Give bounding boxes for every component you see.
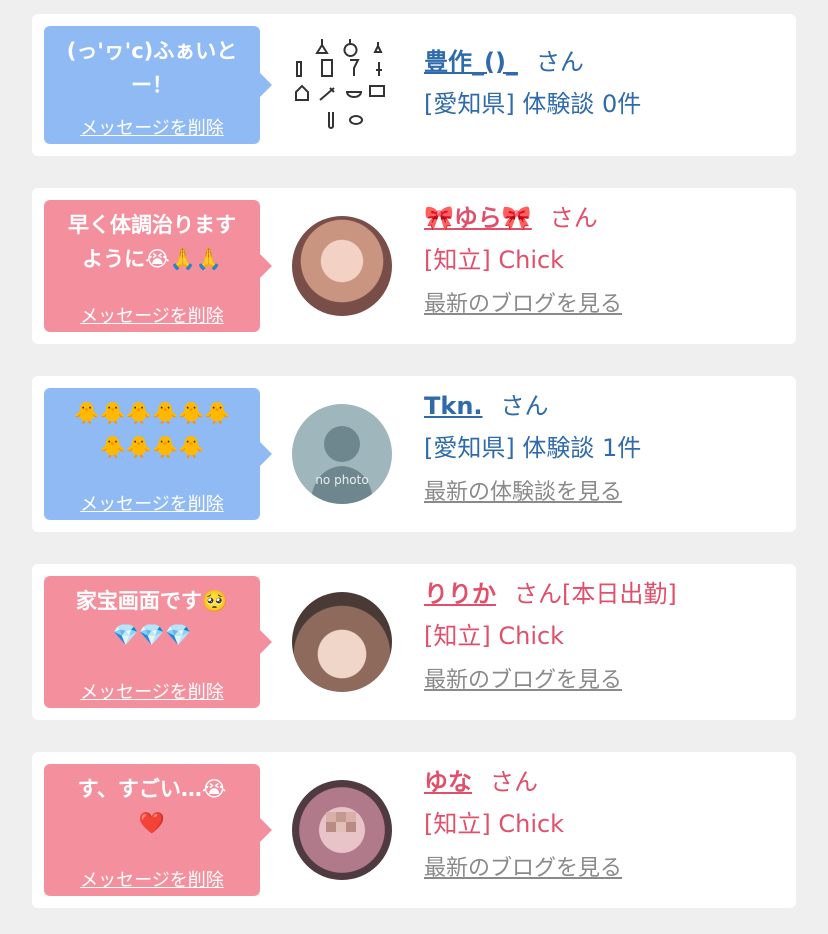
- name-line: ゆな さん: [424, 766, 622, 798]
- user-name-link[interactable]: りりか: [424, 580, 496, 608]
- message-text: 🐥🐥🐥🐥🐥🐥 🐥🐥🐥🐥: [73, 401, 231, 459]
- user-avatar[interactable]: [292, 780, 392, 880]
- user-info: 🎀ゆら🎀 さん [知立] Chick 最新のブログを見る: [424, 202, 622, 320]
- message-bubble: す、すごい…😭 ❤️ メッセージを削除: [44, 764, 272, 896]
- user-name-link[interactable]: 🎀ゆら🎀: [424, 204, 532, 232]
- honorific: さん: [535, 48, 584, 76]
- message-bubble: (っ'ヮ'c)ふぁいと ー！ メッセージを削除: [44, 26, 272, 144]
- mosaic-icon: [326, 812, 356, 832]
- latest-review-link[interactable]: 最新の体験談を見る: [424, 478, 641, 508]
- user-info: 豊作_()_ さん [愛知県] 体験談 0件: [424, 46, 641, 120]
- message-bubble: 早く体調治ります ように😭🙏🙏 メッセージを削除: [44, 200, 272, 332]
- user-detail: [知立] Chick: [424, 622, 565, 650]
- delete-message-link[interactable]: メッセージを削除: [44, 114, 260, 140]
- no-photo-label: no photo: [315, 473, 368, 487]
- delete-message-link[interactable]: メッセージを削除: [44, 490, 260, 516]
- user-info: Tkn. さん [愛知県] 体験談 1件 最新の体験談を見る: [424, 390, 641, 508]
- honorific: さん: [500, 392, 549, 420]
- delete-message-link[interactable]: メッセージを削除: [44, 866, 260, 892]
- honorific: さん: [490, 768, 538, 796]
- user-detail: [愛知県] 体験談 0件: [424, 90, 642, 118]
- user-detail: [愛知県] 体験談 1件: [424, 434, 642, 462]
- user-name-link[interactable]: Tkn.: [424, 392, 483, 420]
- message-text: (っ'ヮ'c)ふぁいと ー！: [66, 39, 238, 97]
- delete-message-link[interactable]: メッセージを削除: [44, 302, 260, 328]
- user-detail: [知立] Chick: [424, 810, 565, 838]
- message-card: 家宝画面です🥺 💎💎💎 メッセージを削除 りりか さん[本日出勤] [知立] Ch…: [32, 564, 796, 720]
- message-card: 早く体調治ります ように😭🙏🙏 メッセージを削除 🎀ゆら🎀 さん [知立] Chi…: [32, 188, 796, 344]
- name-line: 豊作_()_ さん: [424, 46, 641, 78]
- message-text: す、すごい…😭 ❤️: [77, 777, 227, 835]
- user-info: ゆな さん [知立] Chick 最新のブログを見る: [424, 766, 622, 884]
- message-text: 早く体調治ります ように😭🙏🙏: [68, 213, 236, 271]
- honorific: さん: [549, 204, 598, 232]
- latest-post-link[interactable]: 最新のブログを見る: [424, 854, 622, 884]
- delete-message-link[interactable]: メッセージを削除: [44, 678, 260, 704]
- name-line: りりか さん[本日出勤]: [424, 578, 677, 610]
- no-photo-avatar[interactable]: no photo: [292, 404, 392, 504]
- message-bubble: 🐥🐥🐥🐥🐥🐥 🐥🐥🐥🐥 メッセージを削除: [44, 388, 272, 520]
- latest-post-link[interactable]: 最新のブログを見る: [424, 666, 677, 696]
- name-line: Tkn. さん: [424, 390, 641, 422]
- user-avatar[interactable]: [292, 592, 392, 692]
- user-name-link[interactable]: 豊作_()_: [424, 48, 518, 76]
- message-text: 家宝画面です🥺 💎💎💎: [75, 589, 229, 647]
- chemistry-lab-icon[interactable]: [292, 34, 392, 134]
- message-card: す、すごい…😭 ❤️ メッセージを削除 ゆな さん [知立] Chick 最新のブ…: [32, 752, 796, 908]
- latest-post-link[interactable]: 最新のブログを見る: [424, 290, 622, 320]
- user-info: りりか さん[本日出勤] [知立] Chick 最新のブログを見る: [424, 578, 677, 696]
- message-card: 🐥🐥🐥🐥🐥🐥 🐥🐥🐥🐥 メッセージを削除 no photo Tkn. さん [愛知…: [32, 376, 796, 532]
- message-list: (っ'ヮ'c)ふぁいと ー！ メッセージを削除 豊作_()_ さん [愛知県] …: [0, 0, 828, 934]
- honorific: さん[本日出勤]: [514, 580, 677, 608]
- user-avatar[interactable]: [292, 216, 392, 316]
- name-line: 🎀ゆら🎀 さん: [424, 202, 622, 234]
- user-name-link[interactable]: ゆな: [424, 768, 472, 796]
- message-bubble: 家宝画面です🥺 💎💎💎 メッセージを削除: [44, 576, 272, 708]
- user-detail: [知立] Chick: [424, 246, 565, 274]
- message-card: (っ'ヮ'c)ふぁいと ー！ メッセージを削除 豊作_()_ さん [愛知県] …: [32, 14, 796, 156]
